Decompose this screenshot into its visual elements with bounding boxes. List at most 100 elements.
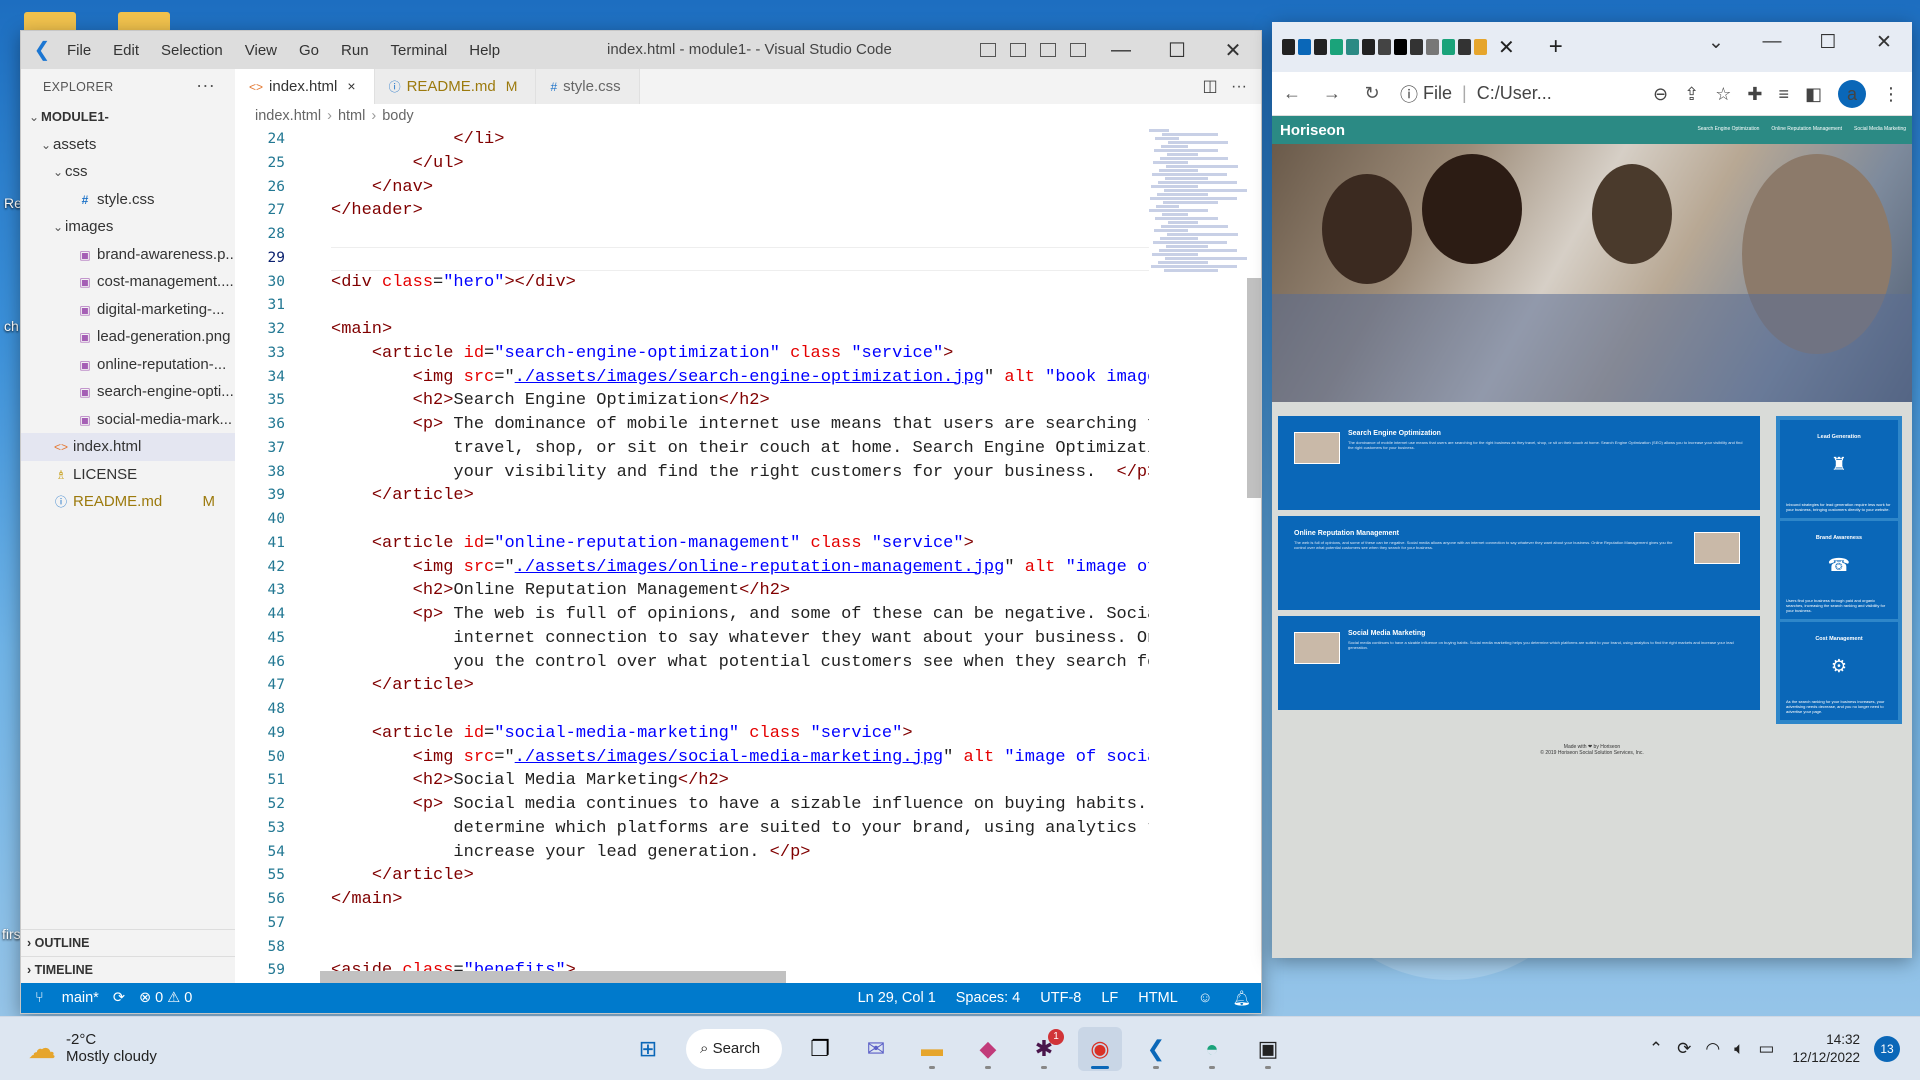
code-line[interactable]: you the control over what potential cust… <box>331 651 1149 675</box>
tree-item[interactable]: ⌄ MODULE1- <box>21 103 235 131</box>
tree-item[interactable]: ⓘ README.md M <box>21 488 235 516</box>
horizontal-scrollbar[interactable] <box>320 971 786 983</box>
menu-item-terminal[interactable]: Terminal <box>391 42 448 59</box>
tree-item[interactable]: ⌄ css <box>21 158 235 186</box>
more-actions-icon[interactable]: ··· <box>1231 78 1247 95</box>
pinned-tab-favicon-icon[interactable] <box>1282 39 1295 55</box>
problems-status[interactable]: ⊗ 0 ⚠ 0 <box>139 990 192 1006</box>
code-line[interactable]: </nav> <box>331 176 1149 200</box>
code-line[interactable]: <p> Social media continues to have a siz… <box>331 793 1149 817</box>
share-icon[interactable]: ⇪ <box>1684 84 1699 105</box>
code-line[interactable]: <div class="hero"></div> <box>331 271 1149 295</box>
code-line[interactable]: <article id="social-media-marketing" cla… <box>331 722 1149 746</box>
toggle-secondary-sidebar-icon[interactable] <box>1040 43 1056 57</box>
code-line[interactable]: <img src="./assets/images/search-engine-… <box>331 366 1149 390</box>
volume-icon[interactable]: 🔈︎ <box>1734 1039 1744 1059</box>
code-line[interactable]: determine which platforms are suited to … <box>331 817 1149 841</box>
pinned-tab-favicon-icon[interactable] <box>1378 39 1391 55</box>
code-line[interactable]: </article> <box>331 864 1149 888</box>
tree-item[interactable]: ▣ digital-marketing-... <box>21 296 235 324</box>
zoom-icon[interactable]: ⊖ <box>1653 84 1668 105</box>
vertical-scrollbar[interactable] <box>1247 278 1261 498</box>
code-line[interactable]: </header> <box>331 199 1149 223</box>
code-area[interactable]: </li> </ul> </nav> </header> <div class="h… <box>331 128 1149 983</box>
pinned-tab-favicon-icon[interactable] <box>1410 39 1423 55</box>
profile-avatar[interactable]: a <box>1838 80 1866 108</box>
code-line[interactable] <box>331 294 1149 318</box>
bookmark-star-icon[interactable]: ☆ <box>1715 84 1731 105</box>
task-view-icon[interactable]: ❐ <box>798 1027 842 1071</box>
forward-icon[interactable]: → <box>1312 83 1352 104</box>
code-line[interactable]: your visibility and find the right custo… <box>331 461 1149 485</box>
maximize-button[interactable]: ☐ <box>1800 31 1856 54</box>
tree-item[interactable]: ▣ social-media-mark... <box>21 406 235 434</box>
chrome-icon[interactable]: ◉ <box>1078 1027 1122 1071</box>
address-bar[interactable]: ⓘ File | C:/User... <box>1400 81 1552 107</box>
battery-icon[interactable]: ▭ <box>1758 1039 1774 1059</box>
notification-count[interactable]: 13 <box>1874 1036 1900 1062</box>
tree-item[interactable]: # style.css <box>21 186 235 214</box>
site-nav-link[interactable]: Online Reputation Management <box>1771 126 1842 132</box>
site-nav-link[interactable]: Search Engine Optimization <box>1697 126 1759 132</box>
site-brand[interactable]: Horiseon <box>1280 122 1345 139</box>
code-line[interactable] <box>331 508 1149 532</box>
outline-section[interactable]: › OUTLINE <box>21 929 235 956</box>
code-line[interactable]: </ul> <box>331 152 1149 176</box>
breadcrumb-item[interactable]: index.html <box>255 108 321 124</box>
split-editor-icon[interactable]: ◫ <box>1203 78 1218 95</box>
gitkraken-icon[interactable]: ◆ <box>966 1027 1010 1071</box>
reload-icon[interactable]: ↻ <box>1352 83 1392 104</box>
code-line[interactable]: </main> <box>331 888 1149 912</box>
site-info-icon[interactable]: ⓘ <box>1400 81 1418 107</box>
close-button[interactable]: ✕ <box>1205 38 1261 63</box>
toggle-panel-icon[interactable] <box>1010 43 1026 57</box>
toggle-primary-sidebar-icon[interactable] <box>980 43 996 57</box>
taskbar-search[interactable]: ⌕ Search <box>686 1029 782 1069</box>
pinned-tab-favicon-icon[interactable] <box>1426 39 1439 55</box>
pinned-tab-favicon-icon[interactable] <box>1474 39 1487 55</box>
file-explorer-icon[interactable]: ▬ <box>910 1027 954 1071</box>
code-line[interactable]: <p> The dominance of mobile internet use… <box>331 413 1149 437</box>
minimize-button[interactable]: — <box>1744 31 1800 53</box>
maximize-button[interactable]: ☐ <box>1149 38 1205 63</box>
code-line[interactable]: <img src="./assets/images/social-media-m… <box>331 746 1149 770</box>
timeline-section[interactable]: › TIMELINE <box>21 956 235 983</box>
tree-item[interactable]: ▣ online-reputation-... <box>21 351 235 379</box>
tab-style-css[interactable]: # style.css <box>536 69 640 104</box>
menu-item-edit[interactable]: Edit <box>113 42 139 59</box>
code-line[interactable] <box>331 912 1149 936</box>
breadcrumb-item[interactable]: html <box>338 108 365 124</box>
chrome-menu-icon[interactable]: ⋮ <box>1882 84 1900 105</box>
pinned-tab-favicon-icon[interactable] <box>1346 39 1359 55</box>
code-line[interactable]: </li> <box>331 128 1149 152</box>
language-mode[interactable]: HTML <box>1138 990 1177 1006</box>
code-editor[interactable]: 24 25 26 27 28 29 30 31 32 33 34 35 36 37 38 39 40 41 42 43… <box>235 128 1261 983</box>
tree-item[interactable]: ▣ search-engine-opti... <box>21 378 235 406</box>
pinned-tab-favicon-icon[interactable] <box>1362 39 1375 55</box>
code-line[interactable]: </article> <box>331 674 1149 698</box>
tree-item[interactable]: ⌄ assets <box>21 131 235 159</box>
notifications-bell-icon[interactable]: 🔔︎ <box>1233 990 1251 1007</box>
sync-tray-icon[interactable]: ⟳ <box>1677 1039 1691 1059</box>
side-panel-icon[interactable]: ◧ <box>1805 84 1822 105</box>
clock[interactable]: 14:32 12/12/2022 <box>1792 1031 1860 1067</box>
menu-item-go[interactable]: Go <box>299 42 319 59</box>
edge-icon[interactable]: ◓ <box>1190 1027 1234 1071</box>
tab-index-html[interactable]: <> index.html × <box>235 69 375 104</box>
teams-chat-icon[interactable]: ✉ <box>854 1027 898 1071</box>
close-tab-icon[interactable]: ✕ <box>1498 35 1515 60</box>
menu-item-selection[interactable]: Selection <box>161 42 223 59</box>
start-windows-icon[interactable]: ⊞ <box>626 1027 670 1071</box>
code-line[interactable]: increase your lead generation. </p> <box>331 841 1149 865</box>
tree-item[interactable]: ▣ cost-management.... <box>21 268 235 296</box>
close-tab-icon[interactable]: × <box>347 78 355 94</box>
reading-list-icon[interactable]: ≡ <box>1778 84 1789 105</box>
code-line[interactable]: <h2>Search Engine Optimization</h2> <box>331 389 1149 413</box>
pinned-tab-favicon-icon[interactable] <box>1298 39 1311 55</box>
code-line[interactable]: internet connection to say whatever they… <box>331 627 1149 651</box>
line-ending[interactable]: LF <box>1101 990 1118 1006</box>
tab-readme-md[interactable]: ⓘ README.md M <box>374 69 537 104</box>
new-tab-button[interactable]: + <box>1549 33 1563 61</box>
site-nav-link[interactable]: Social Media Marketing <box>1854 126 1906 132</box>
branch-status[interactable]: ⑂ main* <box>35 990 99 1006</box>
